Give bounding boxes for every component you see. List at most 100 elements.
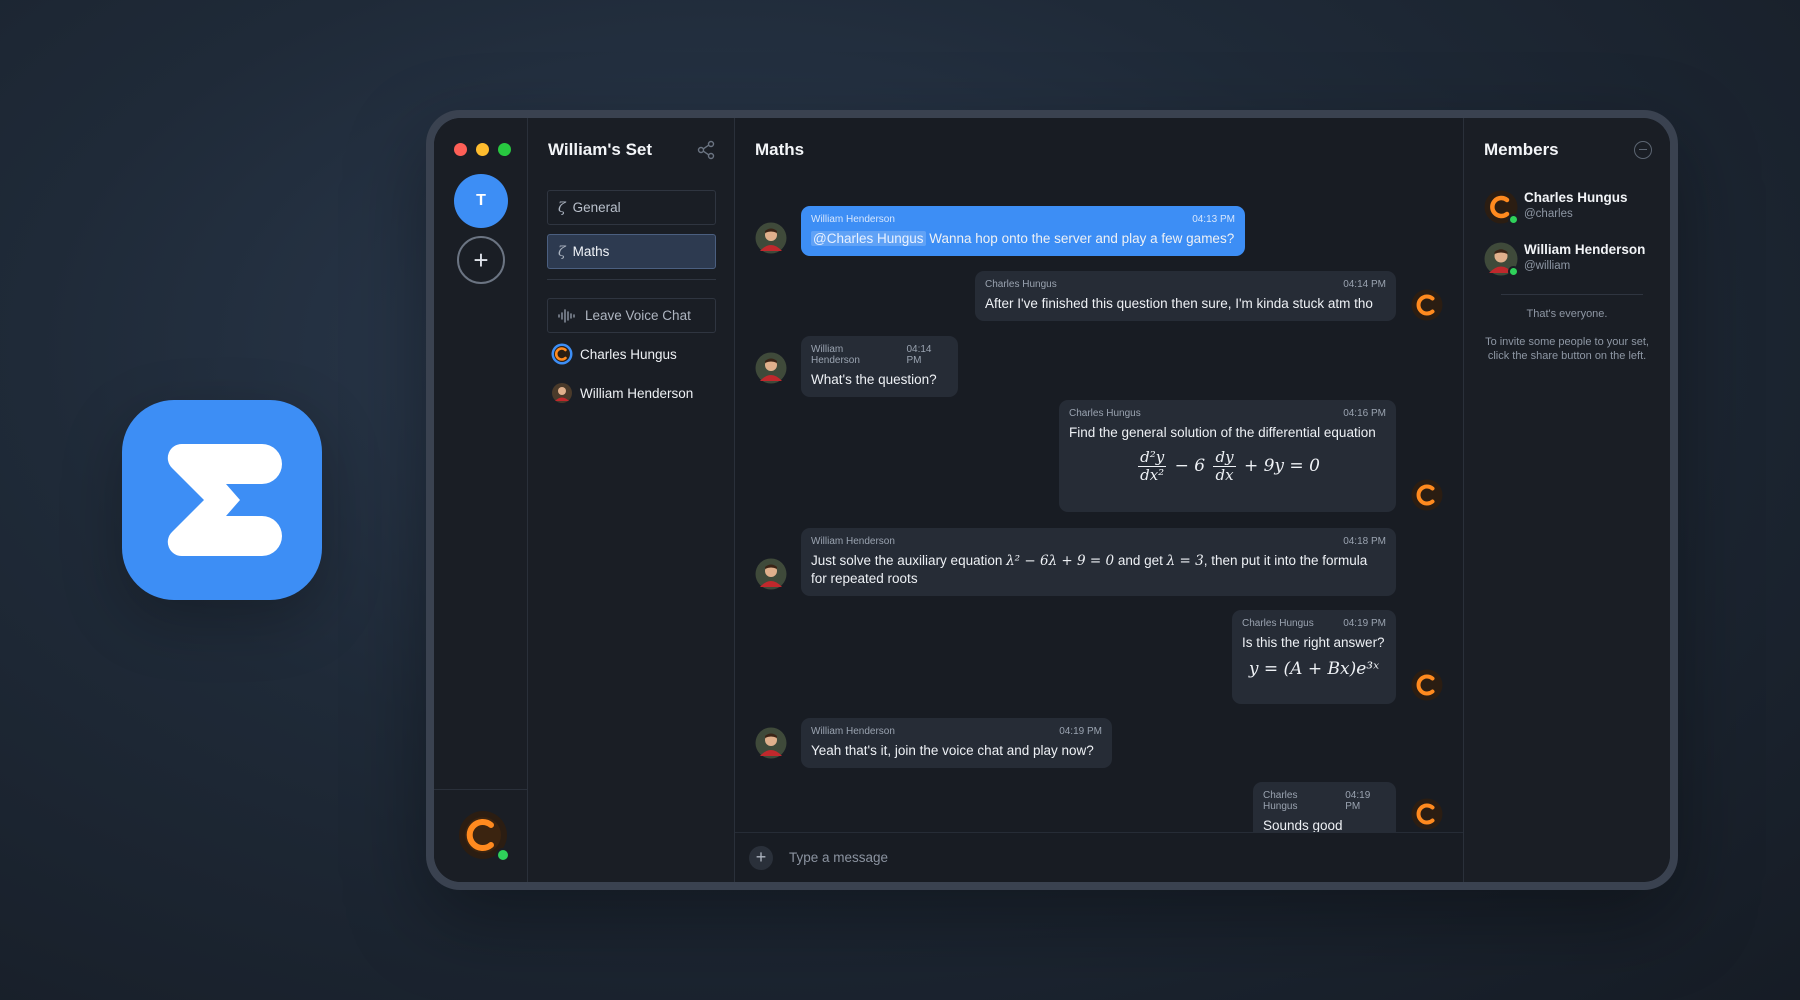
message-time: 04:19 PM (1343, 618, 1386, 629)
member-handle: @william (1524, 260, 1571, 272)
charles-avatar-icon (1411, 289, 1443, 321)
sigma-logo-icon (167, 443, 282, 557)
message-time: 04:18 PM (1343, 536, 1386, 547)
share-icon[interactable] (696, 140, 716, 160)
online-status-dot (1508, 266, 1519, 277)
message[interactable]: William Henderson 04:14 PM What's the que… (801, 336, 958, 397)
message-author: Charles Hungus (985, 279, 1057, 290)
channel-sidebar: William's Set ζ General ζ Maths Leave Vo… (528, 118, 735, 882)
message[interactable]: William Henderson 04:13 PM @Charles Hungu… (801, 206, 1245, 256)
message[interactable]: William Henderson 04:18 PM Just solve the… (801, 528, 1396, 596)
message-composer: + (735, 832, 1463, 882)
server-name: William's Set (548, 140, 653, 159)
members-title: Members (1484, 140, 1559, 159)
message-text: What's the question? (811, 372, 937, 387)
online-status-dot (1508, 214, 1519, 225)
online-status-dot (496, 848, 510, 862)
voice-button-label: Leave Voice Chat (585, 308, 691, 323)
william-avatar-icon (755, 558, 787, 590)
channel-general[interactable]: ζ General (547, 190, 716, 225)
inline-math: λ² − 6λ + 9 = 0 (1006, 553, 1115, 569)
message-list: William Henderson 04:13 PM @Charles Hungu… (735, 182, 1463, 843)
member-charles[interactable]: Charles Hungus @charles (1484, 190, 1628, 225)
message-time: 04:19 PM (1059, 726, 1102, 737)
member-william[interactable]: William Henderson @william (1484, 242, 1646, 277)
charles-avatar-icon (1411, 669, 1443, 701)
collapse-members-icon[interactable] (1634, 141, 1652, 159)
leave-voice-chat-button[interactable]: Leave Voice Chat (547, 298, 716, 333)
channel-title: Maths (755, 140, 805, 159)
plus-icon: + (755, 847, 767, 867)
user-mention[interactable]: @Charles Hungus (811, 231, 926, 246)
message[interactable]: Charles Hungus 04:16 PM Find the general … (1059, 400, 1396, 512)
member-handle: @charles (1524, 208, 1573, 220)
close-window-button[interactable] (454, 143, 467, 156)
message-author: Charles Hungus (1242, 618, 1314, 629)
william-avatar-icon (755, 222, 787, 254)
channel-glyph-icon: ζ (558, 243, 566, 260)
message-text: Just solve the auxiliary equation (811, 553, 1007, 568)
add-attachment-button[interactable]: + (749, 845, 773, 870)
members-divider (1501, 294, 1643, 295)
server-initial: T (476, 192, 486, 209)
william-avatar-icon (755, 352, 787, 384)
message-time: 04:14 PM (906, 344, 932, 366)
message-time: 04:19 PM (1345, 790, 1371, 812)
add-server-button[interactable]: + (457, 236, 505, 284)
maximize-window-button[interactable] (498, 143, 511, 156)
message-text: After I've finished this question then s… (985, 296, 1373, 311)
message-text: Wanna hop onto the server and play a few… (925, 231, 1235, 246)
voice-user-name: William Henderson (580, 385, 694, 401)
message-time: 04:16 PM (1343, 408, 1386, 419)
window-controls (454, 143, 511, 156)
voice-user-name: Charles Hungus (580, 346, 677, 362)
inline-math: λ = 3 (1166, 553, 1204, 569)
charles-avatar-icon (1411, 798, 1443, 830)
minimize-window-button[interactable] (476, 143, 489, 156)
chat-panel: Maths William Henderson 04:13 PM @Charles… (735, 118, 1463, 882)
voice-waveform-icon (558, 308, 575, 323)
math-formula: d²y dx² − 6 dy dx + 9y = 0 (1069, 449, 1386, 484)
message-author: William Henderson (811, 214, 895, 225)
formula-numerator: dy (1213, 448, 1236, 467)
channel-header: William's Set (528, 118, 734, 182)
app-window-frame: T + William's Set ζ General ζ Maths Leav… (426, 110, 1678, 890)
message-text: Yeah that's it, join the voice chat and … (811, 743, 1094, 758)
server-rail: T + (434, 118, 528, 882)
message-text: Find the general solution of the differe… (1069, 425, 1376, 440)
channel-label: Maths (572, 244, 610, 259)
message-text: and get (1114, 553, 1167, 568)
invite-note: To invite some people to your set, click… (1485, 336, 1649, 362)
message-input[interactable] (787, 849, 1347, 866)
channel-maths[interactable]: ζ Maths (547, 234, 716, 269)
message-author: Charles Hungus (1263, 790, 1298, 812)
formula-denominator: dx (1215, 466, 1234, 484)
message[interactable]: William Henderson 04:19 PM Yeah that's it… (801, 718, 1112, 768)
member-name: William Henderson (1524, 242, 1646, 257)
members-header: Members (1464, 118, 1670, 182)
current-user-avatar[interactable] (458, 810, 510, 862)
message-author: Charles Hungus (1069, 408, 1141, 419)
everyone-note: That's everyone. (1526, 308, 1608, 320)
member-avatar (1484, 242, 1519, 277)
formula-numerator: d²y (1138, 448, 1167, 467)
rail-divider (434, 789, 527, 790)
message-time: 04:14 PM (1343, 279, 1386, 290)
message[interactable]: Charles Hungus 04:19 PM Is this the right… (1232, 610, 1396, 704)
charles-avatar-icon (551, 343, 573, 365)
message-text: Is this the right answer? (1242, 635, 1385, 650)
channel-divider (547, 279, 716, 280)
william-avatar-icon (552, 383, 572, 403)
message-author: William Henderson (811, 726, 895, 737)
voice-user-william[interactable]: William Henderson (551, 382, 693, 404)
message[interactable]: Charles Hungus 04:14 PM After I've finish… (975, 271, 1396, 321)
channel-label: General (572, 200, 621, 215)
server-button[interactable]: T (454, 174, 508, 228)
message-time: 04:13 PM (1192, 214, 1235, 225)
voice-user-charles[interactable]: Charles Hungus (551, 343, 677, 365)
app-logo (122, 400, 322, 600)
formula-term: + 9y = 0 (1243, 456, 1320, 476)
formula-term: − 6 (1174, 456, 1206, 476)
charles-avatar-icon (1411, 479, 1443, 511)
formula-denominator: dx² (1140, 466, 1165, 484)
